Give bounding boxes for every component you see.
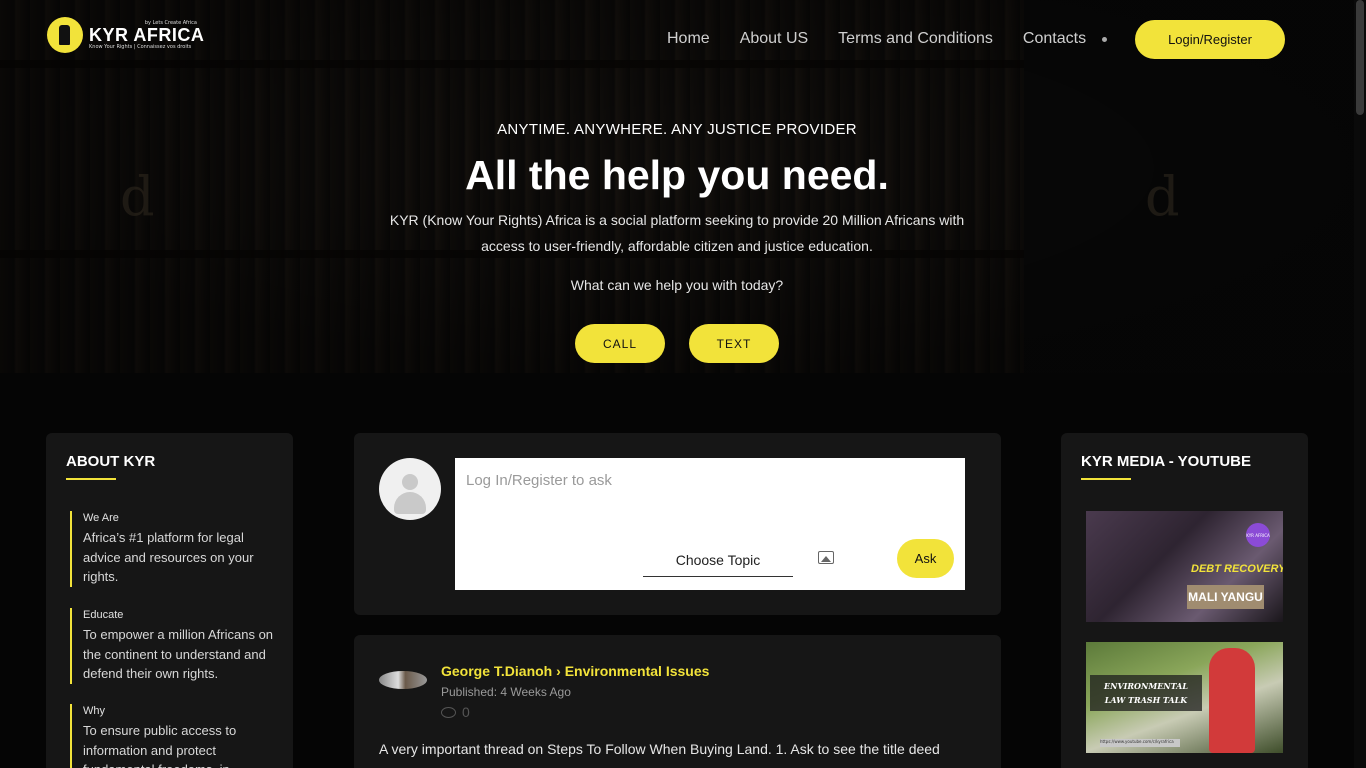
video-thumbnail-environmental-law[interactable]: ENVIRONMENTAL LAW TRASH TALK https://www…: [1086, 642, 1283, 753]
nav-terms-and-conditions[interactable]: Terms and Conditions: [838, 30, 993, 48]
hero-question: What can we help you with today?: [570, 277, 784, 293]
video-caption: ENVIRONMENTAL LAW TRASH TALK: [1090, 675, 1202, 711]
text-button[interactable]: TEXT: [689, 324, 779, 363]
video-thumbnail-debt-recovery[interactable]: KYR AFRICA DEBT RECOVERY MALI YANGU: [1086, 511, 1283, 622]
login-register-button[interactable]: Login/Register: [1135, 20, 1285, 59]
nav-home[interactable]: Home: [667, 30, 710, 48]
kyr-badge: KYR AFRICA: [1246, 523, 1270, 547]
brand-tagline: Know Your Rights | Connaissez vos droits: [89, 44, 192, 50]
ask-panel: Log In/Register to ask Choose Topic Ask: [354, 433, 1001, 615]
fist-logo-icon: [47, 17, 83, 53]
nav-contacts[interactable]: Contacts: [1023, 30, 1086, 48]
about-title-rule: [66, 478, 116, 480]
post-topic[interactable]: Environmental Issues: [565, 663, 710, 679]
ask-question-box[interactable]: Log In/Register to ask Choose Topic Ask: [455, 458, 965, 590]
about-item-text: To ensure public access to information a…: [83, 723, 237, 768]
page-scrollbar[interactable]: [1354, 0, 1366, 768]
post-published-date: Published: 4 Weeks Ago: [441, 685, 571, 699]
avatar-body: [394, 492, 426, 514]
choose-topic-select[interactable]: Choose Topic: [643, 544, 793, 577]
ask-question-input[interactable]: Log In/Register to ask: [466, 472, 612, 489]
hero-kicker: ANYTIME. ANYWHERE. ANY JUSTICE PROVIDER: [497, 121, 857, 138]
about-panel: ABOUT KYR We Are Africa’s #1 platform fo…: [46, 433, 293, 768]
call-button[interactable]: CALL: [575, 324, 665, 363]
ask-button[interactable]: Ask: [897, 539, 954, 578]
post-author-avatar[interactable]: [379, 671, 427, 689]
hero-title: All the help you need.: [465, 152, 889, 198]
video-caption: DEBT RECOVERY: [1191, 563, 1283, 575]
about-item-text: Africa’s #1 platform for legal advice an…: [83, 530, 254, 584]
about-item-label: Educate: [83, 609, 124, 621]
image-upload-icon[interactable]: [818, 551, 834, 564]
comment-icon: [441, 706, 456, 718]
video-presenter: [1209, 648, 1255, 753]
media-title: KYR MEDIA - YOUTUBE: [1081, 453, 1252, 470]
brand-logo[interactable]: by Lets Create Africa KYR AFRICA Know Yo…: [47, 14, 207, 56]
post-comments[interactable]: 0: [441, 704, 470, 720]
about-item-text: To empower a million Africans on the con…: [83, 627, 274, 681]
about-item-we-are: We Are Africa’s #1 platform for legal ad…: [70, 511, 275, 587]
video-url: https://www.youtube.com/c/kyrafrica: [1100, 739, 1180, 747]
video-caption: MALI YANGU: [1187, 585, 1264, 609]
hero-section: d d by Lets Create Africa KYR AFRICA Kno…: [0, 0, 1366, 373]
about-item-label: Why: [83, 705, 105, 717]
page: d d by Lets Create Africa KYR AFRICA Kno…: [0, 0, 1366, 768]
about-item-educate: Educate To empower a million Africans on…: [70, 608, 275, 684]
brand-text: by Lets Create Africa KYR AFRICA Know Yo…: [89, 20, 204, 50]
post-author-name[interactable]: George T.Dianoh: [441, 663, 552, 679]
brand-name: KYR AFRICA: [89, 25, 205, 45]
hero-description: KYR (Know Your Rights) Africa is a socia…: [389, 212, 965, 254]
media-title-rule: [1081, 478, 1131, 480]
nav-about-us[interactable]: About US: [740, 30, 808, 48]
about-title: ABOUT KYR: [66, 453, 156, 470]
user-avatar: [379, 458, 441, 520]
post-comment-count: 0: [462, 704, 470, 720]
scrollbar-thumb[interactable]: [1356, 0, 1364, 115]
post-body[interactable]: A very important thread on Steps To Foll…: [379, 741, 979, 757]
chevron-right-icon: ›: [556, 663, 561, 679]
post-card: George T.Dianoh › Environmental Issues P…: [354, 635, 1001, 768]
post-author-line: George T.Dianoh › Environmental Issues: [441, 663, 709, 679]
avatar-head: [402, 474, 418, 490]
about-item-why: Why To ensure public access to informati…: [70, 704, 275, 768]
media-panel: KYR MEDIA - YOUTUBE KYR AFRICA DEBT RECO…: [1061, 433, 1308, 768]
about-item-label: We Are: [83, 512, 119, 524]
nav-more-dot-icon[interactable]: [1102, 36, 1108, 42]
main-nav: Home About US Terms and Conditions Conta…: [667, 30, 1108, 48]
